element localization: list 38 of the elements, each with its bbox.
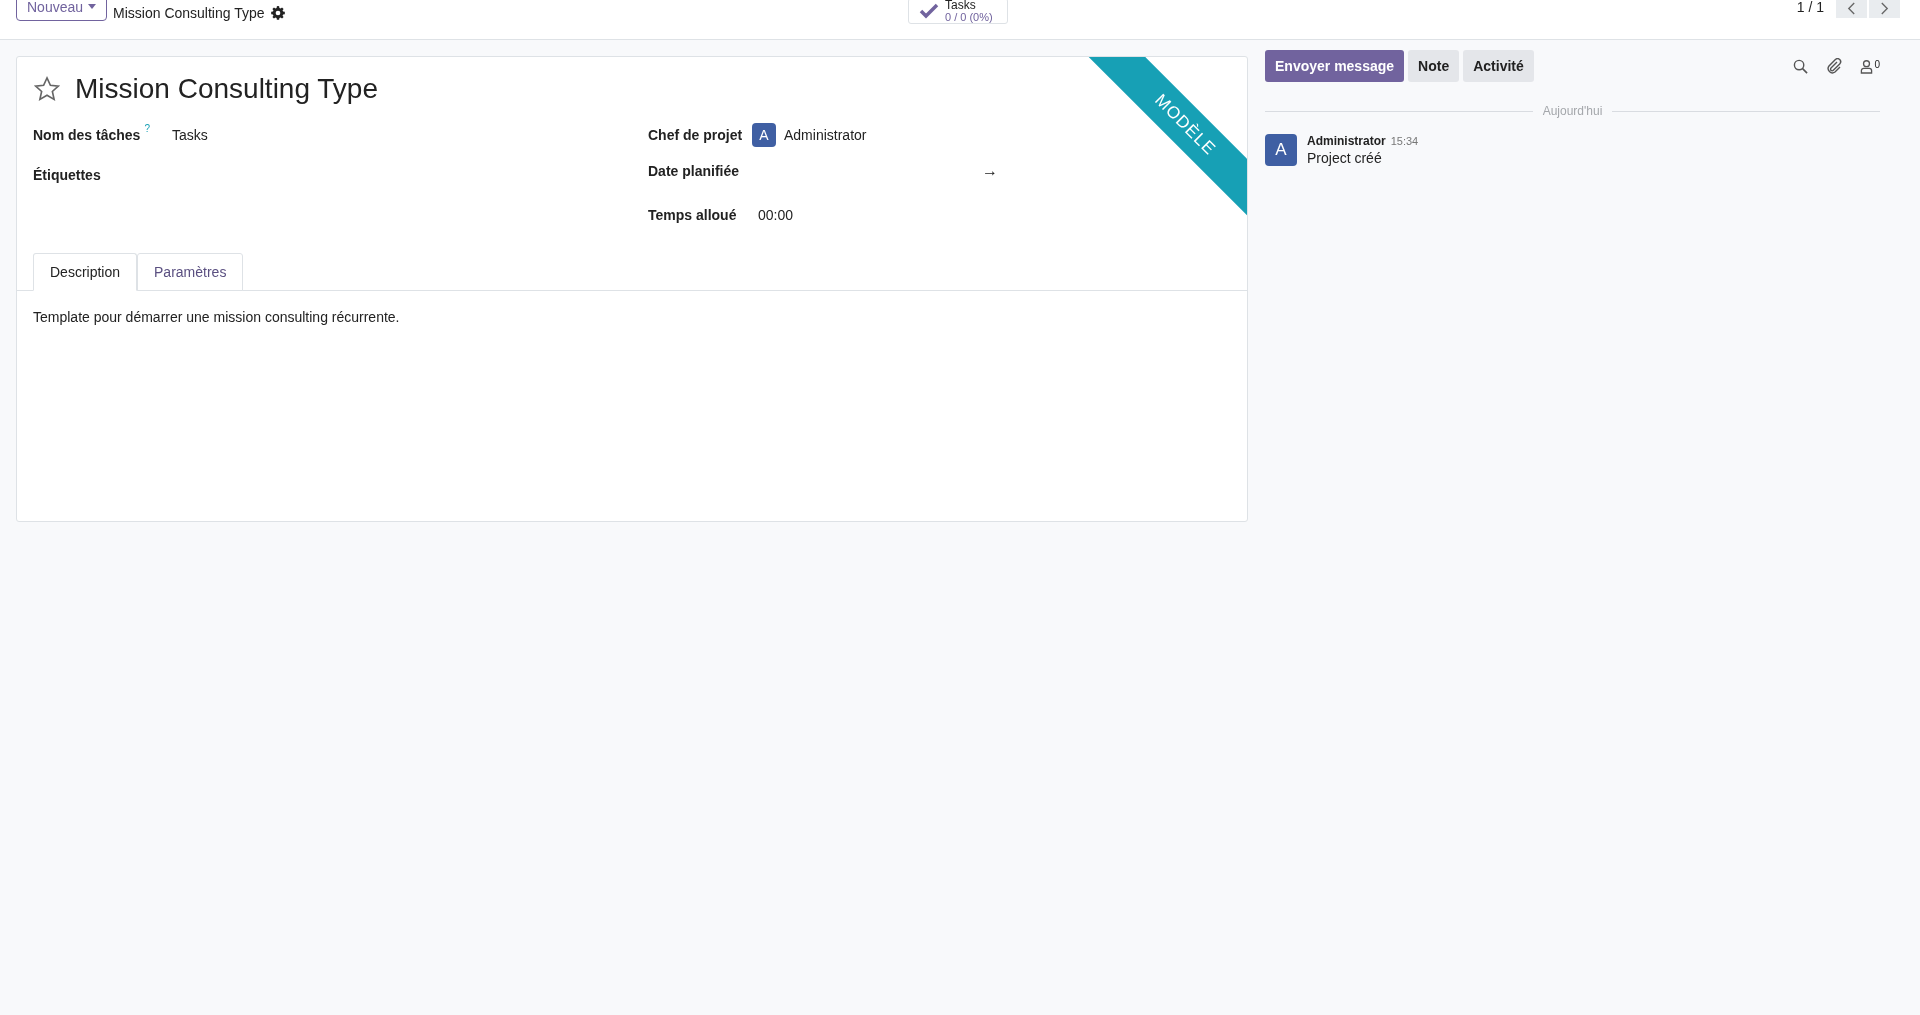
field-label: Étiquettes — [33, 167, 101, 183]
settings-icon[interactable] — [270, 5, 285, 20]
field-label: Nom des tâches — [33, 127, 141, 143]
followers-count: 0 — [1874, 58, 1880, 70]
author-avatar: A — [1265, 134, 1297, 166]
tab[interactable]: Description — [33, 253, 138, 291]
message-time: 15:34 — [1390, 135, 1419, 147]
pager-value: 1 / 1 — [1796, 0, 1824, 14]
field-label: Chef de projet — [648, 127, 744, 143]
date-range-arrow: → — [982, 162, 998, 180]
chevron-right-icon — [1880, 1, 1889, 15]
next-button[interactable] — [1869, 0, 1900, 18]
field-value: Tasks — [171, 127, 208, 143]
chatter-button[interactable]: Activité — [1463, 50, 1534, 82]
star-icon[interactable] — [33, 75, 61, 103]
previous-button[interactable] — [1836, 0, 1867, 18]
field-label: Temps alloué — [648, 207, 738, 223]
tab[interactable]: Paramètres — [137, 253, 244, 291]
tasks-smart-button[interactable]: Tasks 0 / 0 (0%) — [908, 0, 1008, 24]
paperclip-icon[interactable] — [1826, 58, 1843, 74]
search-icon[interactable] — [1793, 58, 1809, 74]
message-text: Project créé — [1307, 150, 1383, 166]
chatter-button[interactable]: Envoyer message — [1265, 50, 1405, 82]
message-author: Administrator — [1307, 134, 1386, 148]
field-value: 00:00 — [758, 207, 794, 223]
project-title: Mission Consulting Type — [75, 73, 378, 105]
caret-icon — [88, 4, 97, 9]
check-icon — [919, 3, 939, 19]
field-label: Date planifiée — [648, 163, 741, 179]
description-text: Template pour démarrer une mission consulting récurrente. — [33, 309, 401, 325]
new-button[interactable]: Nouveau — [16, 0, 108, 21]
date-separator: Aujourd'hui — [1542, 104, 1603, 118]
chevron-left-icon — [1847, 1, 1856, 15]
person-icon[interactable] — [1860, 58, 1874, 74]
breadcrumb-current: Mission Consulting Type — [113, 4, 265, 21]
field-value: Administrator — [784, 127, 867, 143]
user-avatar: A — [752, 123, 776, 147]
chatter-button[interactable]: Note — [1408, 50, 1460, 82]
